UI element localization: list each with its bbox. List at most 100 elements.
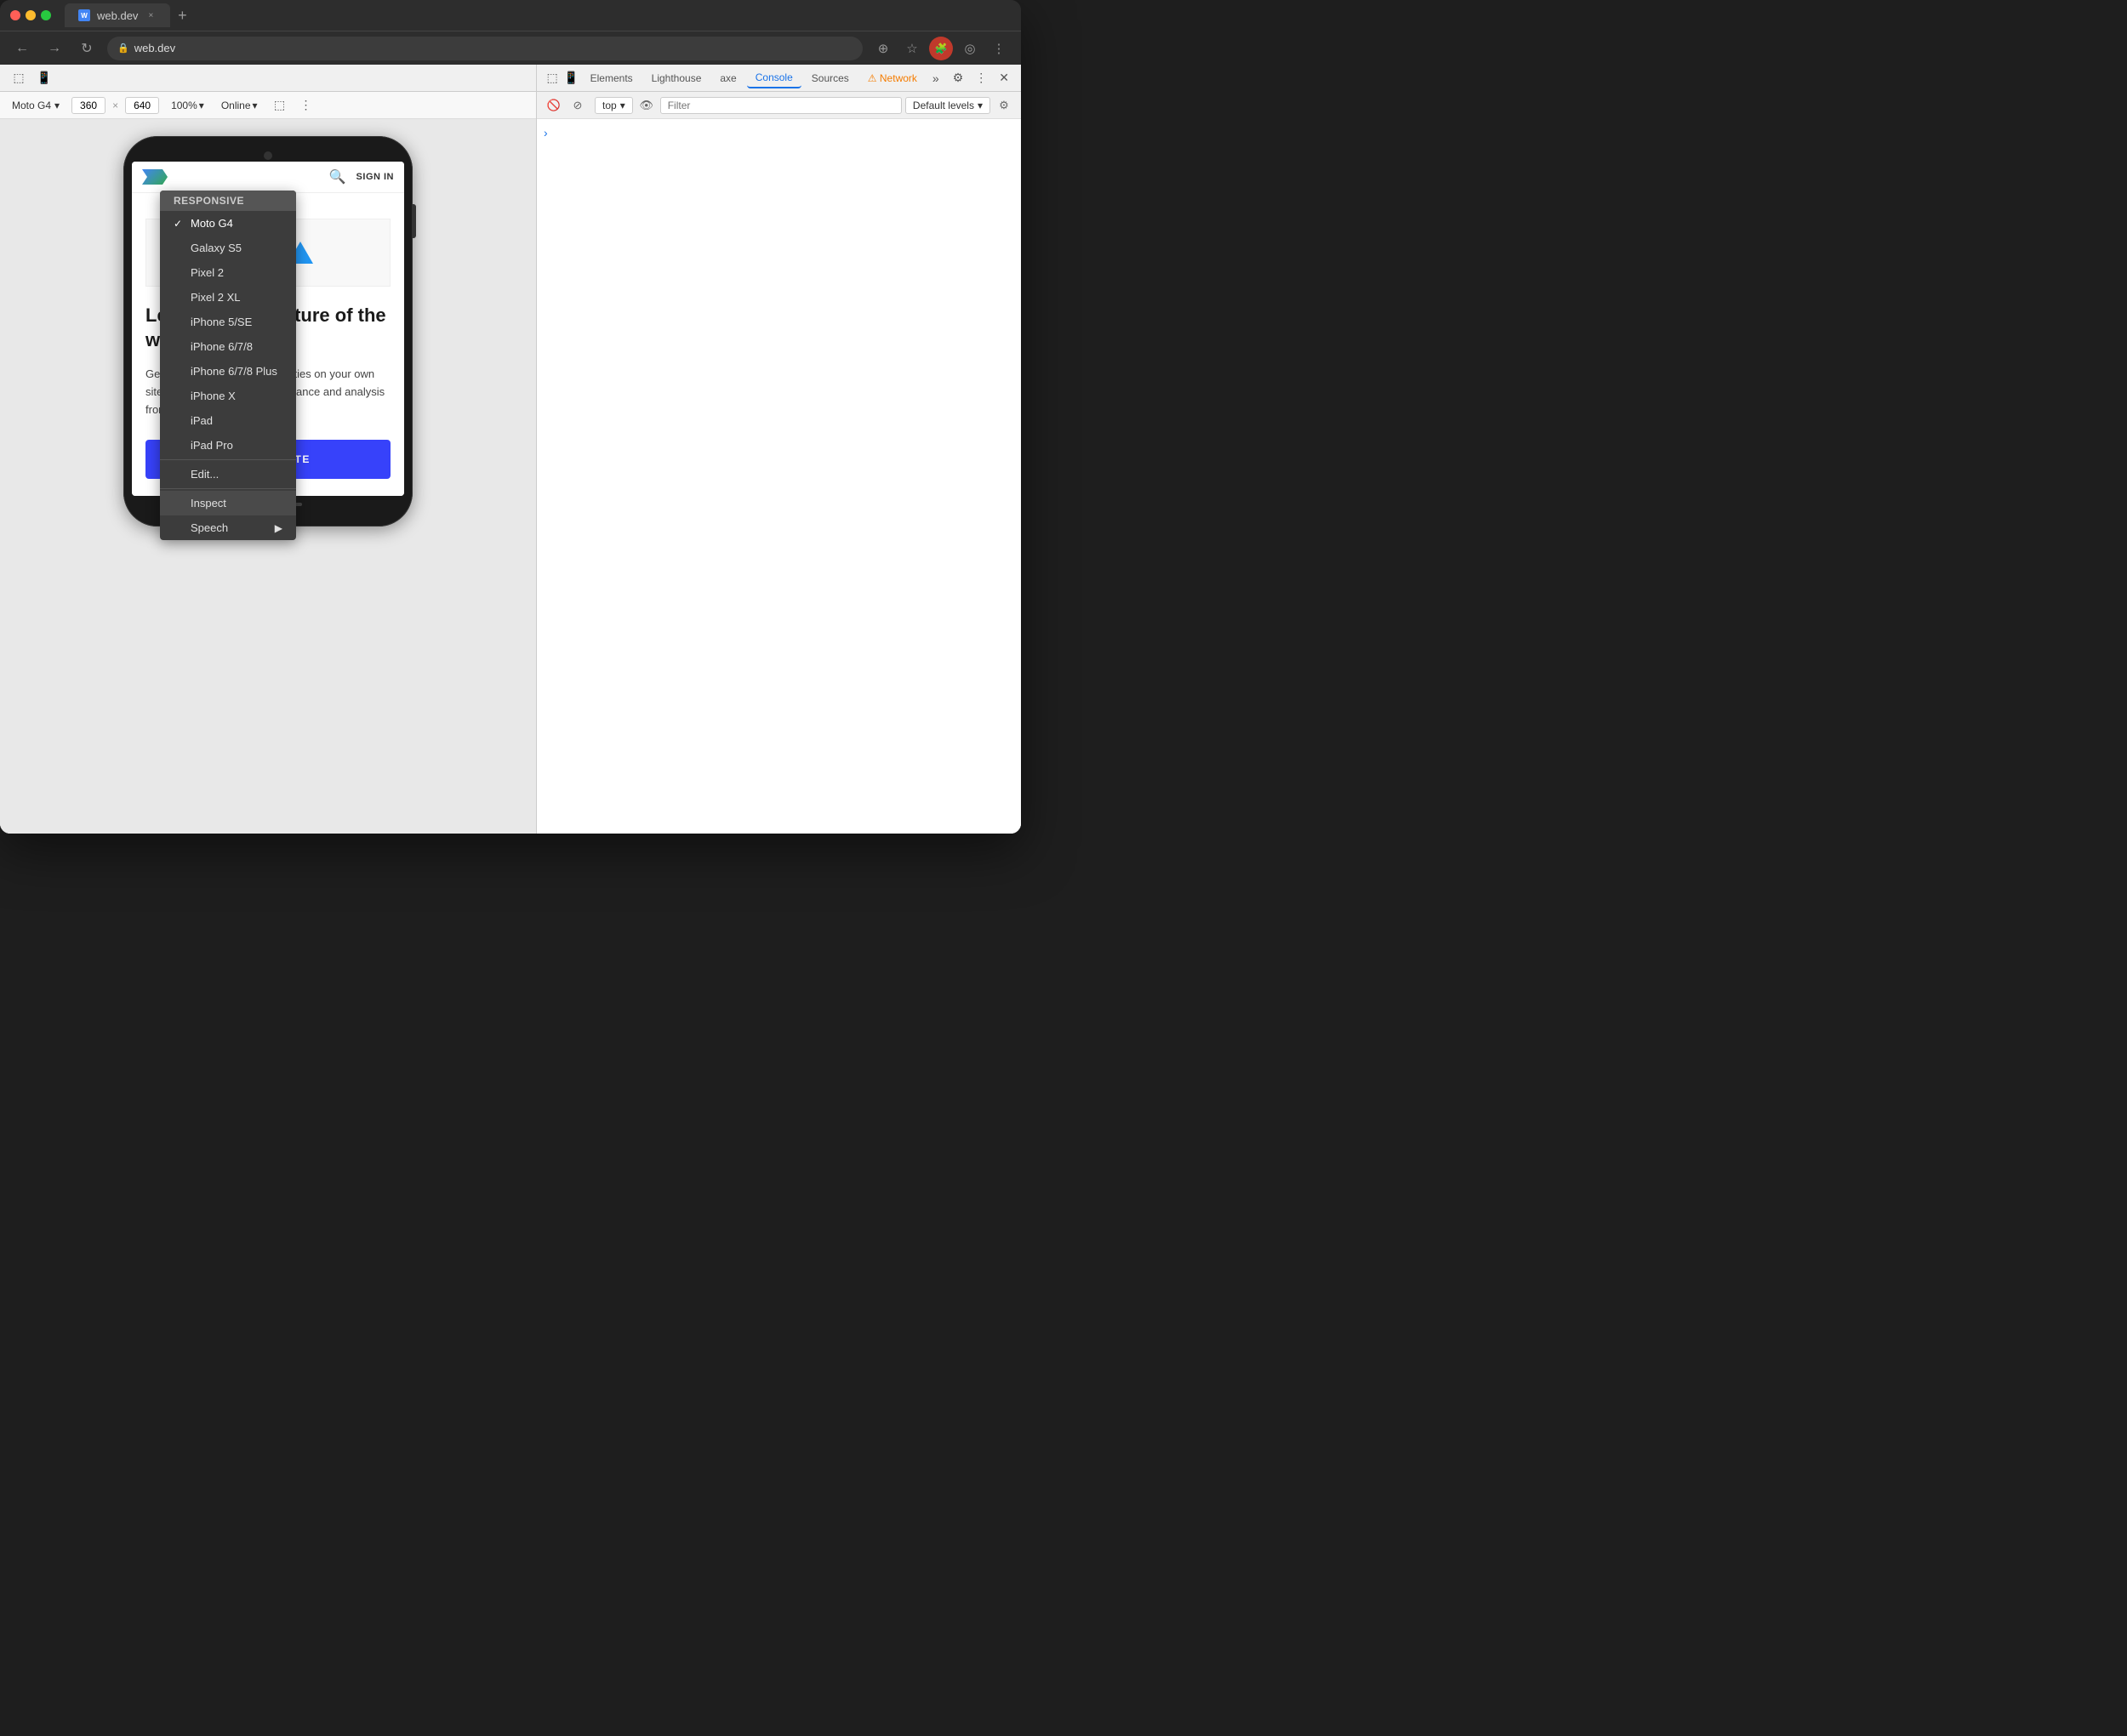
device-dropdown-menu: Responsive ✓ Moto G4 Galaxy S5 Pixel 2 xyxy=(160,191,296,540)
dropdown-item-pixel-2[interactable]: Pixel 2 xyxy=(160,260,296,285)
console-content: › xyxy=(537,119,1021,834)
devtools-device-button[interactable]: 📱 xyxy=(562,66,579,90)
capture-screenshot-button[interactable]: ⬚ xyxy=(270,95,290,116)
tab-console[interactable]: Console xyxy=(747,68,801,88)
console-prompt-chevron[interactable]: › xyxy=(544,126,548,139)
tab-label: web.dev xyxy=(97,9,138,22)
zoom-chevron-icon: ▾ xyxy=(199,100,204,111)
responsive-bar: Moto G4 ▾ × 100% ▾ Online ▾ ⬚ ⋮ xyxy=(0,92,536,119)
height-input[interactable] xyxy=(125,97,159,114)
device-name: Moto G4 xyxy=(12,100,51,111)
width-input[interactable] xyxy=(71,97,105,114)
devtools-inspect-button[interactable]: ⬚ xyxy=(544,66,561,90)
devtools-panel: ⬚ 📱 Elements Lighthouse axe Console Sour… xyxy=(536,65,1021,834)
devtools-topbar: ⬚ 📱 xyxy=(0,65,536,92)
dropdown-item-iphone-678[interactable]: iPhone 6/7/8 xyxy=(160,334,296,359)
device-toolbar-button[interactable]: 📱 xyxy=(32,66,56,90)
dropdown-separator-2 xyxy=(160,488,296,489)
refresh-button[interactable]: ↻ xyxy=(75,37,99,60)
responsive-more-button[interactable]: ⋮ xyxy=(297,96,316,114)
dropdown-item-label: Pixel 2 XL xyxy=(191,291,241,304)
devtools-close-button[interactable]: ✕ xyxy=(994,67,1014,88)
tab-lighthouse[interactable]: Lighthouse xyxy=(643,69,710,88)
dropdown-item-speech[interactable]: Speech ▶ xyxy=(160,515,296,540)
dropdown-item-label: iPhone 5/SE xyxy=(191,316,252,328)
inspect-element-button[interactable]: ⬚ xyxy=(7,66,31,90)
main-area: ⬚ 📱 Moto G4 ▾ × 100% ▾ Online ▾ xyxy=(0,65,1021,834)
speech-submenu-arrow-icon: ▶ xyxy=(275,522,282,534)
dropdown-item-inspect[interactable]: Inspect xyxy=(160,491,296,515)
browser-tab[interactable]: W web.dev × xyxy=(65,3,170,27)
dropdown-item-label: iPhone 6/7/8 xyxy=(191,340,253,353)
site-nav-icons: 🔍 SIGN IN xyxy=(329,168,394,185)
tab-close-button[interactable]: × xyxy=(145,9,157,21)
close-button[interactable] xyxy=(10,10,20,20)
dropdown-item-pixel-2-xl[interactable]: Pixel 2 XL xyxy=(160,285,296,310)
dropdown-item-label: Galaxy S5 xyxy=(191,242,242,254)
dropdown-item-label: Inspect xyxy=(191,497,226,509)
context-chevron-icon: ▾ xyxy=(620,100,625,111)
device-chevron-icon: ▾ xyxy=(54,100,60,111)
address-input[interactable]: 🔒 web.dev xyxy=(107,37,863,60)
context-selector[interactable]: top ▾ xyxy=(595,97,633,114)
dropdown-item-edit[interactable]: Edit... xyxy=(160,462,296,487)
tab-elements[interactable]: Elements xyxy=(582,69,642,88)
bookmark-button[interactable]: ☆ xyxy=(900,37,924,60)
devtools-more-tabs-button[interactable]: » xyxy=(927,68,944,88)
phone-wrapper: 🔍 SIGN IN Let's build the future xyxy=(0,119,536,834)
traffic-lights xyxy=(10,10,51,20)
nav-search-icon[interactable]: 🔍 xyxy=(329,168,346,185)
forward-button[interactable]: → xyxy=(43,37,66,60)
site-nav: 🔍 SIGN IN xyxy=(132,162,404,193)
cast-button[interactable]: ⊕ xyxy=(871,37,895,60)
logo-shape xyxy=(142,169,168,185)
maximize-button[interactable] xyxy=(41,10,51,20)
devtools-settings-button[interactable]: ⚙ xyxy=(948,67,969,88)
dropdown-separator-1 xyxy=(160,459,296,460)
device-selector[interactable]: Moto G4 ▾ xyxy=(7,98,65,113)
account-button[interactable]: ◎ xyxy=(958,37,982,60)
back-button[interactable]: ← xyxy=(10,37,34,60)
new-tab-button[interactable]: + xyxy=(170,3,194,27)
network-chevron-icon: ▾ xyxy=(253,100,258,111)
console-settings-button[interactable]: ⚙ xyxy=(994,95,1014,116)
tab-axe[interactable]: axe xyxy=(711,69,744,88)
devtools-options-button[interactable]: ⋮ xyxy=(970,67,992,88)
network-selector[interactable]: Online ▾ xyxy=(216,98,263,113)
default-levels-chevron-icon: ▾ xyxy=(978,100,983,111)
phone-side-button xyxy=(413,204,416,238)
dropdown-section-responsive: Responsive xyxy=(160,191,296,211)
dropdown-item-label: Pixel 2 xyxy=(191,266,224,279)
warning-icon: ⚠ xyxy=(868,72,880,84)
console-clear-button[interactable]: 🚫 xyxy=(544,95,564,116)
dropdown-item-moto-g4[interactable]: ✓ Moto G4 xyxy=(160,211,296,236)
default-levels-selector[interactable]: Default levels ▾ xyxy=(905,97,990,114)
dropdown-item-ipad-pro[interactable]: iPad Pro xyxy=(160,433,296,458)
tab-network[interactable]: ⚠ Network xyxy=(859,69,926,88)
zoom-selector[interactable]: 100% ▾ xyxy=(166,98,209,113)
console-eye-button[interactable]: 👁 xyxy=(636,95,657,116)
devtools-tabs-bar: ⬚ 📱 Elements Lighthouse axe Console Sour… xyxy=(537,65,1021,92)
tab-bar: W web.dev × + xyxy=(65,3,1011,27)
tab-favicon: W xyxy=(78,9,90,21)
dropdown-item-ipad[interactable]: iPad xyxy=(160,408,296,433)
dropdown-item-iphone-5se[interactable]: iPhone 5/SE xyxy=(160,310,296,334)
dropdown-item-label: Speech xyxy=(191,521,228,534)
dropdown-item-iphone-678-plus[interactable]: iPhone 6/7/8 Plus xyxy=(160,359,296,384)
lock-icon: 🔒 xyxy=(117,43,129,54)
nav-sign-in[interactable]: SIGN IN xyxy=(356,172,394,182)
console-filter-button[interactable]: ⊘ xyxy=(567,95,588,116)
back-icon: ← xyxy=(15,41,29,56)
dropdown-item-label: Moto G4 xyxy=(191,217,233,230)
dropdown-item-galaxy-s5[interactable]: Galaxy S5 xyxy=(160,236,296,260)
extension-button[interactable]: 🧩 xyxy=(929,37,953,60)
dropdown-item-label: iPhone X xyxy=(191,390,236,402)
zoom-value: 100% xyxy=(171,100,197,111)
dropdown-item-iphone-x[interactable]: iPhone X xyxy=(160,384,296,408)
console-filter-input[interactable] xyxy=(660,97,902,114)
tab-sources[interactable]: Sources xyxy=(803,69,858,88)
toolbar-icons: ⊕ ☆ 🧩 ◎ ⋮ xyxy=(871,37,1011,60)
minimize-button[interactable] xyxy=(26,10,36,20)
menu-button[interactable]: ⋮ xyxy=(987,37,1011,60)
url-display: web.dev xyxy=(134,42,175,54)
